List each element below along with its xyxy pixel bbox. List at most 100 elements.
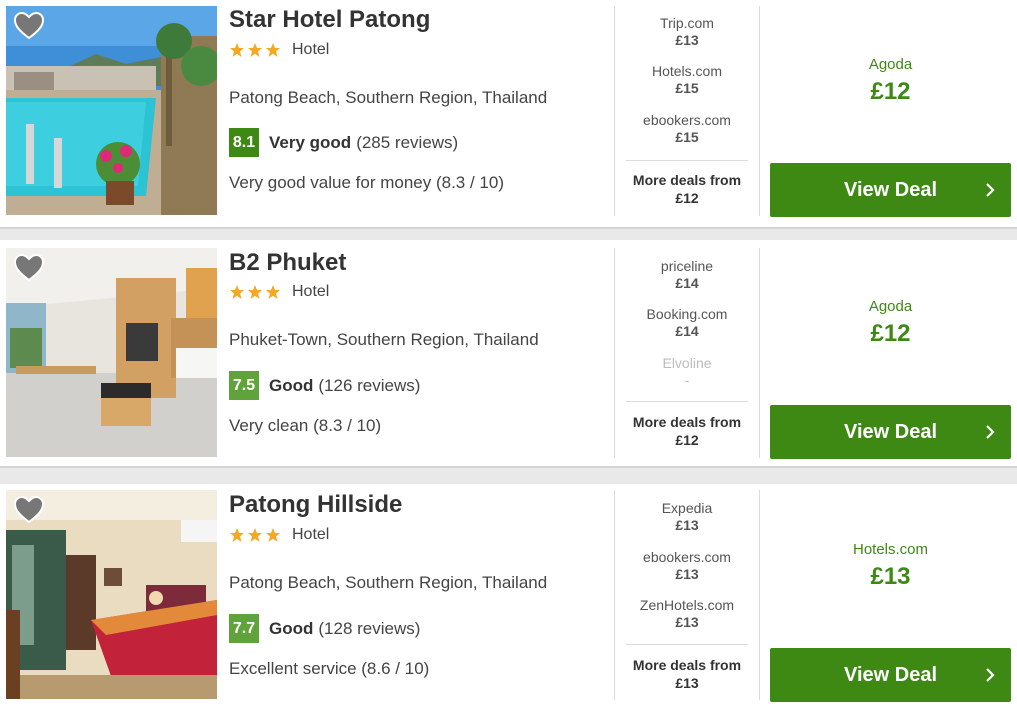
hotel-location[interactable]: Patong Beach, Southern Region, Thailand xyxy=(229,573,547,593)
divider xyxy=(759,490,760,700)
deal-price: £13 xyxy=(675,32,699,48)
deal-price: £13 xyxy=(675,614,699,630)
star-icon xyxy=(230,43,244,57)
divider xyxy=(759,6,760,216)
star-icon xyxy=(266,43,280,57)
star-icon xyxy=(266,285,280,299)
hotel-info: B2 Phuket Hotel Phuket-Town, Southern Re… xyxy=(229,240,609,466)
heart-icon[interactable] xyxy=(14,496,44,524)
deal-item[interactable]: Hotels.com £15 xyxy=(626,63,748,97)
deal-site: ebookers.com xyxy=(643,549,731,565)
hotel-type: Hotel xyxy=(292,41,330,58)
divider xyxy=(614,248,615,458)
more-deals-link[interactable]: More deals from £12 xyxy=(626,414,748,449)
view-deal-label: View Deal xyxy=(843,663,938,686)
hotel-name[interactable]: Patong Hillside xyxy=(229,491,402,519)
view-deal-button[interactable]: View Deal xyxy=(770,648,1011,702)
review-count: (126 reviews) xyxy=(318,375,421,395)
more-deals-label: More deals from xyxy=(632,172,742,188)
chevron-right-icon xyxy=(986,425,995,439)
deal-site: Trip.com xyxy=(660,15,714,31)
review-rating[interactable]: 7.5 Good (126 reviews) xyxy=(229,371,420,400)
more-deals-label: More deals from xyxy=(632,657,742,673)
star-rating: Hotel xyxy=(229,40,329,60)
hotel-photo[interactable] xyxy=(6,490,217,699)
view-deal-button[interactable]: View Deal xyxy=(770,163,1011,217)
hotel-info: Patong Hillside Hotel Patong Beach, Sout… xyxy=(229,484,609,708)
deal-item[interactable]: ebookers.com £13 xyxy=(626,549,748,583)
hotel-results-list: Star Hotel Patong Hotel Patong Beach, So… xyxy=(0,0,1017,708)
best-deal[interactable]: Agoda £12 xyxy=(770,298,1011,348)
hotel-name[interactable]: Star Hotel Patong xyxy=(229,6,430,34)
deal-site: Expedia xyxy=(661,500,713,516)
divider xyxy=(626,401,748,402)
chevron-right-icon xyxy=(986,668,995,682)
rating-word: Good xyxy=(269,375,314,395)
hotel-location[interactable]: Patong Beach, Southern Region, Thailand xyxy=(229,88,547,108)
best-deal-price: £13 xyxy=(870,563,911,590)
more-deals-label: More deals from xyxy=(632,414,742,430)
best-deal-site: Agoda xyxy=(868,298,913,315)
rating-score-badge: 7.7 xyxy=(229,614,259,643)
hotel-photo[interactable] xyxy=(6,6,217,215)
deal-item[interactable]: Expedia £13 xyxy=(626,500,748,534)
star-icon xyxy=(248,285,262,299)
view-deal-label: View Deal xyxy=(843,420,938,443)
view-deal-button[interactable]: View Deal xyxy=(770,405,1011,459)
chevron-right-icon xyxy=(986,183,995,197)
review-rating[interactable]: 8.1 Very good (285 reviews) xyxy=(229,128,458,157)
best-deal[interactable]: Agoda £12 xyxy=(770,56,1011,106)
star-icon xyxy=(230,285,244,299)
deal-item[interactable]: Elvoline - xyxy=(626,355,748,389)
hotel-name[interactable]: B2 Phuket xyxy=(229,249,346,277)
review-count: (285 reviews) xyxy=(356,132,459,152)
divider xyxy=(759,248,760,458)
sub-rating: Excellent service (8.6 / 10) xyxy=(229,659,430,678)
deal-item[interactable]: ebookers.com £15 xyxy=(626,112,748,146)
hotel-card: Patong Hillside Hotel Patong Beach, Sout… xyxy=(0,484,1017,708)
divider xyxy=(614,490,615,700)
more-deals-price: £12 xyxy=(675,432,699,448)
best-deal[interactable]: Hotels.com £13 xyxy=(770,541,1011,591)
deal-site: ZenHotels.com xyxy=(639,597,735,613)
heart-icon[interactable] xyxy=(14,12,44,40)
deal-site: Hotels.com xyxy=(651,63,723,79)
best-deal-price: £12 xyxy=(870,320,911,347)
best-deal-site: Hotels.com xyxy=(852,541,929,558)
more-deals-link[interactable]: More deals from £13 xyxy=(626,657,748,692)
deal-site: priceline xyxy=(660,258,714,274)
star-rating: Hotel xyxy=(229,525,329,545)
hotel-card: Star Hotel Patong Hotel Patong Beach, So… xyxy=(0,0,1017,229)
sub-rating: Very clean (8.3 / 10) xyxy=(229,416,382,435)
hotel-type: Hotel xyxy=(292,283,330,300)
star-icon xyxy=(248,43,262,57)
hotel-type: Hotel xyxy=(292,526,330,543)
hotel-location[interactable]: Phuket-Town, Southern Region, Thailand xyxy=(229,330,539,350)
rating-score-badge: 7.5 xyxy=(229,371,259,400)
star-rating: Hotel xyxy=(229,282,329,302)
star-icon xyxy=(266,528,280,542)
deal-item[interactable]: ZenHotels.com £13 xyxy=(626,597,748,631)
best-deal-price: £12 xyxy=(870,78,911,105)
deal-site: Elvoline xyxy=(662,355,712,371)
hotel-info: Star Hotel Patong Hotel Patong Beach, So… xyxy=(229,0,609,227)
star-icon xyxy=(248,528,262,542)
review-count: (128 reviews) xyxy=(318,618,421,638)
deal-item[interactable]: Booking.com £14 xyxy=(626,306,748,340)
more-deals-link[interactable]: More deals from £12 xyxy=(626,172,748,207)
view-deal-label: View Deal xyxy=(843,178,938,201)
more-deals-price: £12 xyxy=(675,190,699,206)
divider xyxy=(614,6,615,216)
rating-word: Good xyxy=(269,618,314,638)
hotel-photo[interactable] xyxy=(6,248,217,457)
deal-item[interactable]: priceline £14 xyxy=(626,258,748,292)
deal-site: ebookers.com xyxy=(643,112,731,128)
star-icon xyxy=(230,528,244,542)
sub-rating: Very good value for money (8.3 / 10) xyxy=(229,173,504,192)
deal-item[interactable]: Trip.com £13 xyxy=(626,15,748,49)
heart-icon[interactable] xyxy=(14,254,44,282)
deal-price: - xyxy=(684,372,690,388)
rating-score-badge: 8.1 xyxy=(229,128,259,157)
review-rating[interactable]: 7.7 Good (128 reviews) xyxy=(229,614,420,643)
more-deals-price: £13 xyxy=(675,675,699,691)
